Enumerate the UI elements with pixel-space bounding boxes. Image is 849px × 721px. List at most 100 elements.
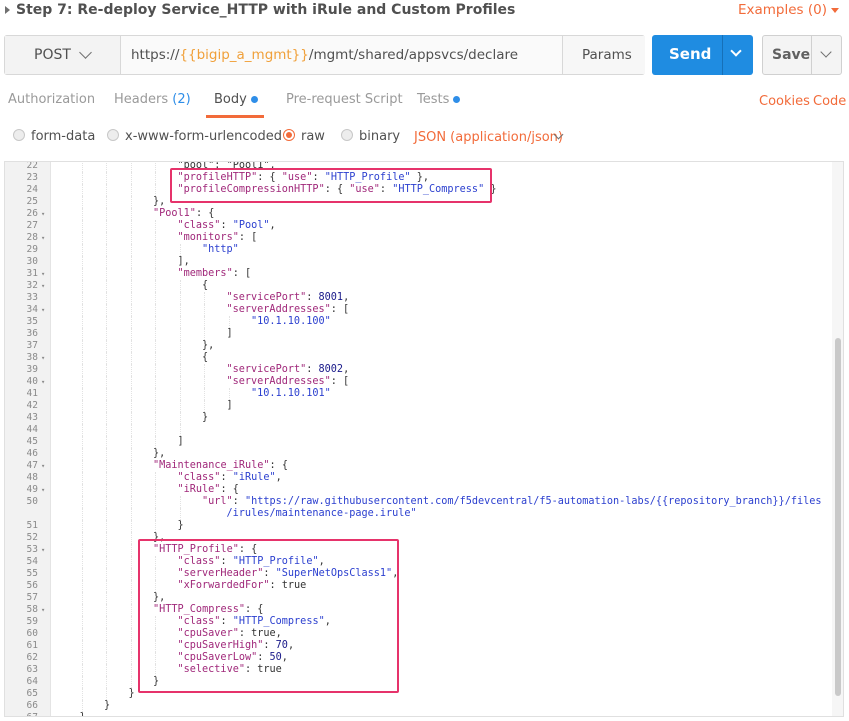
code-line[interactable]: 42]: [5, 400, 831, 412]
code-line[interactable]: 57},: [5, 592, 831, 604]
code-line[interactable]: 25},: [5, 196, 831, 208]
tab-headers[interactable]: Headers (2): [114, 92, 191, 107]
fold-toggle-icon[interactable]: ▾: [41, 484, 45, 496]
code-line[interactable]: 38 ▾ {: [5, 352, 831, 364]
code-link[interactable]: Code: [813, 94, 846, 109]
tab-prerequest-script[interactable]: Pre-request Script: [286, 92, 403, 107]
cookies-link[interactable]: Cookies: [759, 94, 810, 109]
code-line[interactable]: 55 "serverHeader": "SuperNetOpsClass1",: [5, 568, 831, 580]
indent-guide: [179, 244, 181, 256]
code-line[interactable]: 61 "cpuSaverHigh": 70,: [5, 640, 831, 652]
code-line[interactable]: 51}: [5, 520, 831, 532]
code-line[interactable]: 36]: [5, 328, 831, 340]
fold-toggle-icon[interactable]: ▾: [41, 280, 45, 292]
code-line[interactable]: 66}: [5, 700, 831, 712]
code-line[interactable]: 35 "10.1.10.100": [5, 316, 831, 328]
code-line[interactable]: 52},: [5, 532, 831, 544]
urlencoded-label[interactable]: x-www-form-urlencoded: [125, 129, 282, 144]
method-select[interactable]: POST: [5, 36, 121, 74]
code-line[interactable]: 32 ▾ {: [5, 280, 831, 292]
fold-toggle-icon[interactable]: ▾: [41, 544, 45, 556]
code-line[interactable]: /irules/maintenance-page.irule": [5, 508, 831, 520]
raw-label[interactable]: raw: [301, 129, 325, 144]
examples-dropdown[interactable]: Examples (0): [738, 2, 839, 18]
code-line[interactable]: 64}: [5, 676, 831, 688]
binary-label[interactable]: binary: [359, 129, 400, 144]
collapse-caret-icon[interactable]: [5, 6, 10, 14]
code-line[interactable]: 49 ▾ "iRule": {: [5, 484, 831, 496]
code-line[interactable]: 29 "http": [5, 244, 831, 256]
tab-authorization[interactable]: Authorization: [8, 92, 95, 107]
fold-toggle-icon[interactable]: ▾: [41, 268, 45, 280]
code-line[interactable]: 28 ▾ "monitors": [: [5, 232, 831, 244]
tab-tests[interactable]: Tests: [417, 92, 461, 107]
indent-guide: [155, 280, 156, 292]
url-bar: POST https://{{bigip_a_mgmt}}/mgmt/share…: [4, 35, 645, 75]
code-line[interactable]: 31 ▾ "members": [: [5, 268, 831, 280]
line-number: 25: [26, 196, 38, 207]
content-type-dropdown[interactable]: JSON (application/json): [414, 130, 563, 145]
code-line[interactable]: 39 "servicePort": 8002,: [5, 364, 831, 376]
code-line[interactable]: 34 ▾ "serverAddresses": [: [5, 304, 831, 316]
save-options-chevron-icon[interactable]: [820, 46, 832, 58]
code-line[interactable]: 33 "servicePort": 8001,: [5, 292, 831, 304]
fold-toggle-icon[interactable]: ▾: [41, 232, 45, 244]
body-code-editor[interactable]: 22 "pool": "Pool1", 23 "profileHTTP": { "us…: [4, 161, 844, 717]
fold-toggle-icon[interactable]: ▾: [41, 604, 45, 616]
fold-toggle-icon[interactable]: ▾: [41, 376, 45, 388]
radio-binary[interactable]: [341, 129, 353, 141]
code-line[interactable]: 59 "class": "HTTP_Compress",: [5, 616, 831, 628]
code-line[interactable]: 60 "cpuSaver": true,: [5, 628, 831, 640]
code-line[interactable]: 37},: [5, 340, 831, 352]
params-button[interactable]: Params: [562, 36, 645, 74]
send-button[interactable]: Send: [652, 35, 753, 75]
code-line[interactable]: 67}: [5, 712, 831, 716]
request-title-row[interactable]: Step 7: Re-deploy Service_HTTP with iRul…: [0, 0, 849, 24]
code-line[interactable]: 54 "class": "HTTP_Profile",: [5, 556, 831, 568]
fold-toggle-icon[interactable]: ▾: [41, 208, 45, 220]
scrollbar-thumb[interactable]: [835, 338, 841, 696]
code-line[interactable]: 22 "pool": "Pool1",: [5, 162, 831, 172]
send-options-chevron-icon[interactable]: [730, 45, 742, 57]
form-data-label[interactable]: form-data: [31, 129, 95, 144]
code-line[interactable]: 44: [5, 424, 831, 436]
code-line[interactable]: 50 "url": "https://raw.githubusercontent.…: [5, 496, 831, 508]
code-line[interactable]: 47 ▾ "Maintenance_iRule": {: [5, 460, 831, 472]
code-line[interactable]: 40 ▾ "serverAddresses": [: [5, 376, 831, 388]
code-line[interactable]: 45]: [5, 436, 831, 448]
radio-urlencoded[interactable]: [107, 129, 119, 141]
url-input[interactable]: https://{{bigip_a_mgmt}}/mgmt/shared/app…: [131, 47, 518, 63]
fold-toggle-icon[interactable]: ▾: [41, 304, 45, 316]
code-area[interactable]: 22 "pool": "Pool1", 23 "profileHTTP": { "us…: [5, 162, 831, 716]
radio-form-data[interactable]: [13, 129, 25, 141]
code-line[interactable]: 58 ▾ "HTTP_Compress": {: [5, 604, 831, 616]
indent-guide: [81, 628, 83, 640]
fold-toggle-icon[interactable]: ▾: [41, 460, 45, 472]
code-line[interactable]: 26 ▾ "Pool1": {: [5, 208, 831, 220]
code-line[interactable]: 48 "class": "iRule",: [5, 472, 831, 484]
code-line[interactable]: 53 ▾ "HTTP_Profile": {: [5, 544, 831, 556]
editor-scrollbar[interactable]: [832, 162, 843, 716]
code-line[interactable]: 56 "xForwardedFor": true: [5, 580, 831, 592]
code-line[interactable]: 23 "profileHTTP": { "use": "HTTP_Profile"…: [5, 172, 831, 184]
save-button[interactable]: Save: [762, 35, 842, 75]
indent-guide: [155, 352, 156, 364]
code-line[interactable]: 63 "selective": true: [5, 664, 831, 676]
request-tabs: Authorization Headers (2) Body Pre-reque…: [0, 88, 849, 118]
code-line[interactable]: 30],: [5, 256, 831, 268]
tab-body[interactable]: Body: [214, 92, 258, 107]
radio-raw[interactable]: [283, 129, 295, 141]
indent-guide: [155, 424, 156, 436]
indent-guide: [81, 592, 83, 604]
save-divider: [811, 36, 812, 74]
code-line[interactable]: 41 "10.1.10.101": [5, 388, 831, 400]
code-line[interactable]: 46},: [5, 448, 831, 460]
fold-toggle-icon[interactable]: ▾: [41, 352, 45, 364]
line-number: 30: [26, 256, 38, 267]
code-line[interactable]: 24 "profileCompressionHTTP": { "use": "HT…: [5, 184, 831, 196]
code-line[interactable]: 43}: [5, 412, 831, 424]
code-line[interactable]: 62 "cpuSaverLow": 50,: [5, 652, 831, 664]
code-line[interactable]: 65}: [5, 688, 831, 700]
indent-guide: [81, 508, 83, 520]
code-line[interactable]: 27 "class": "Pool",: [5, 220, 831, 232]
